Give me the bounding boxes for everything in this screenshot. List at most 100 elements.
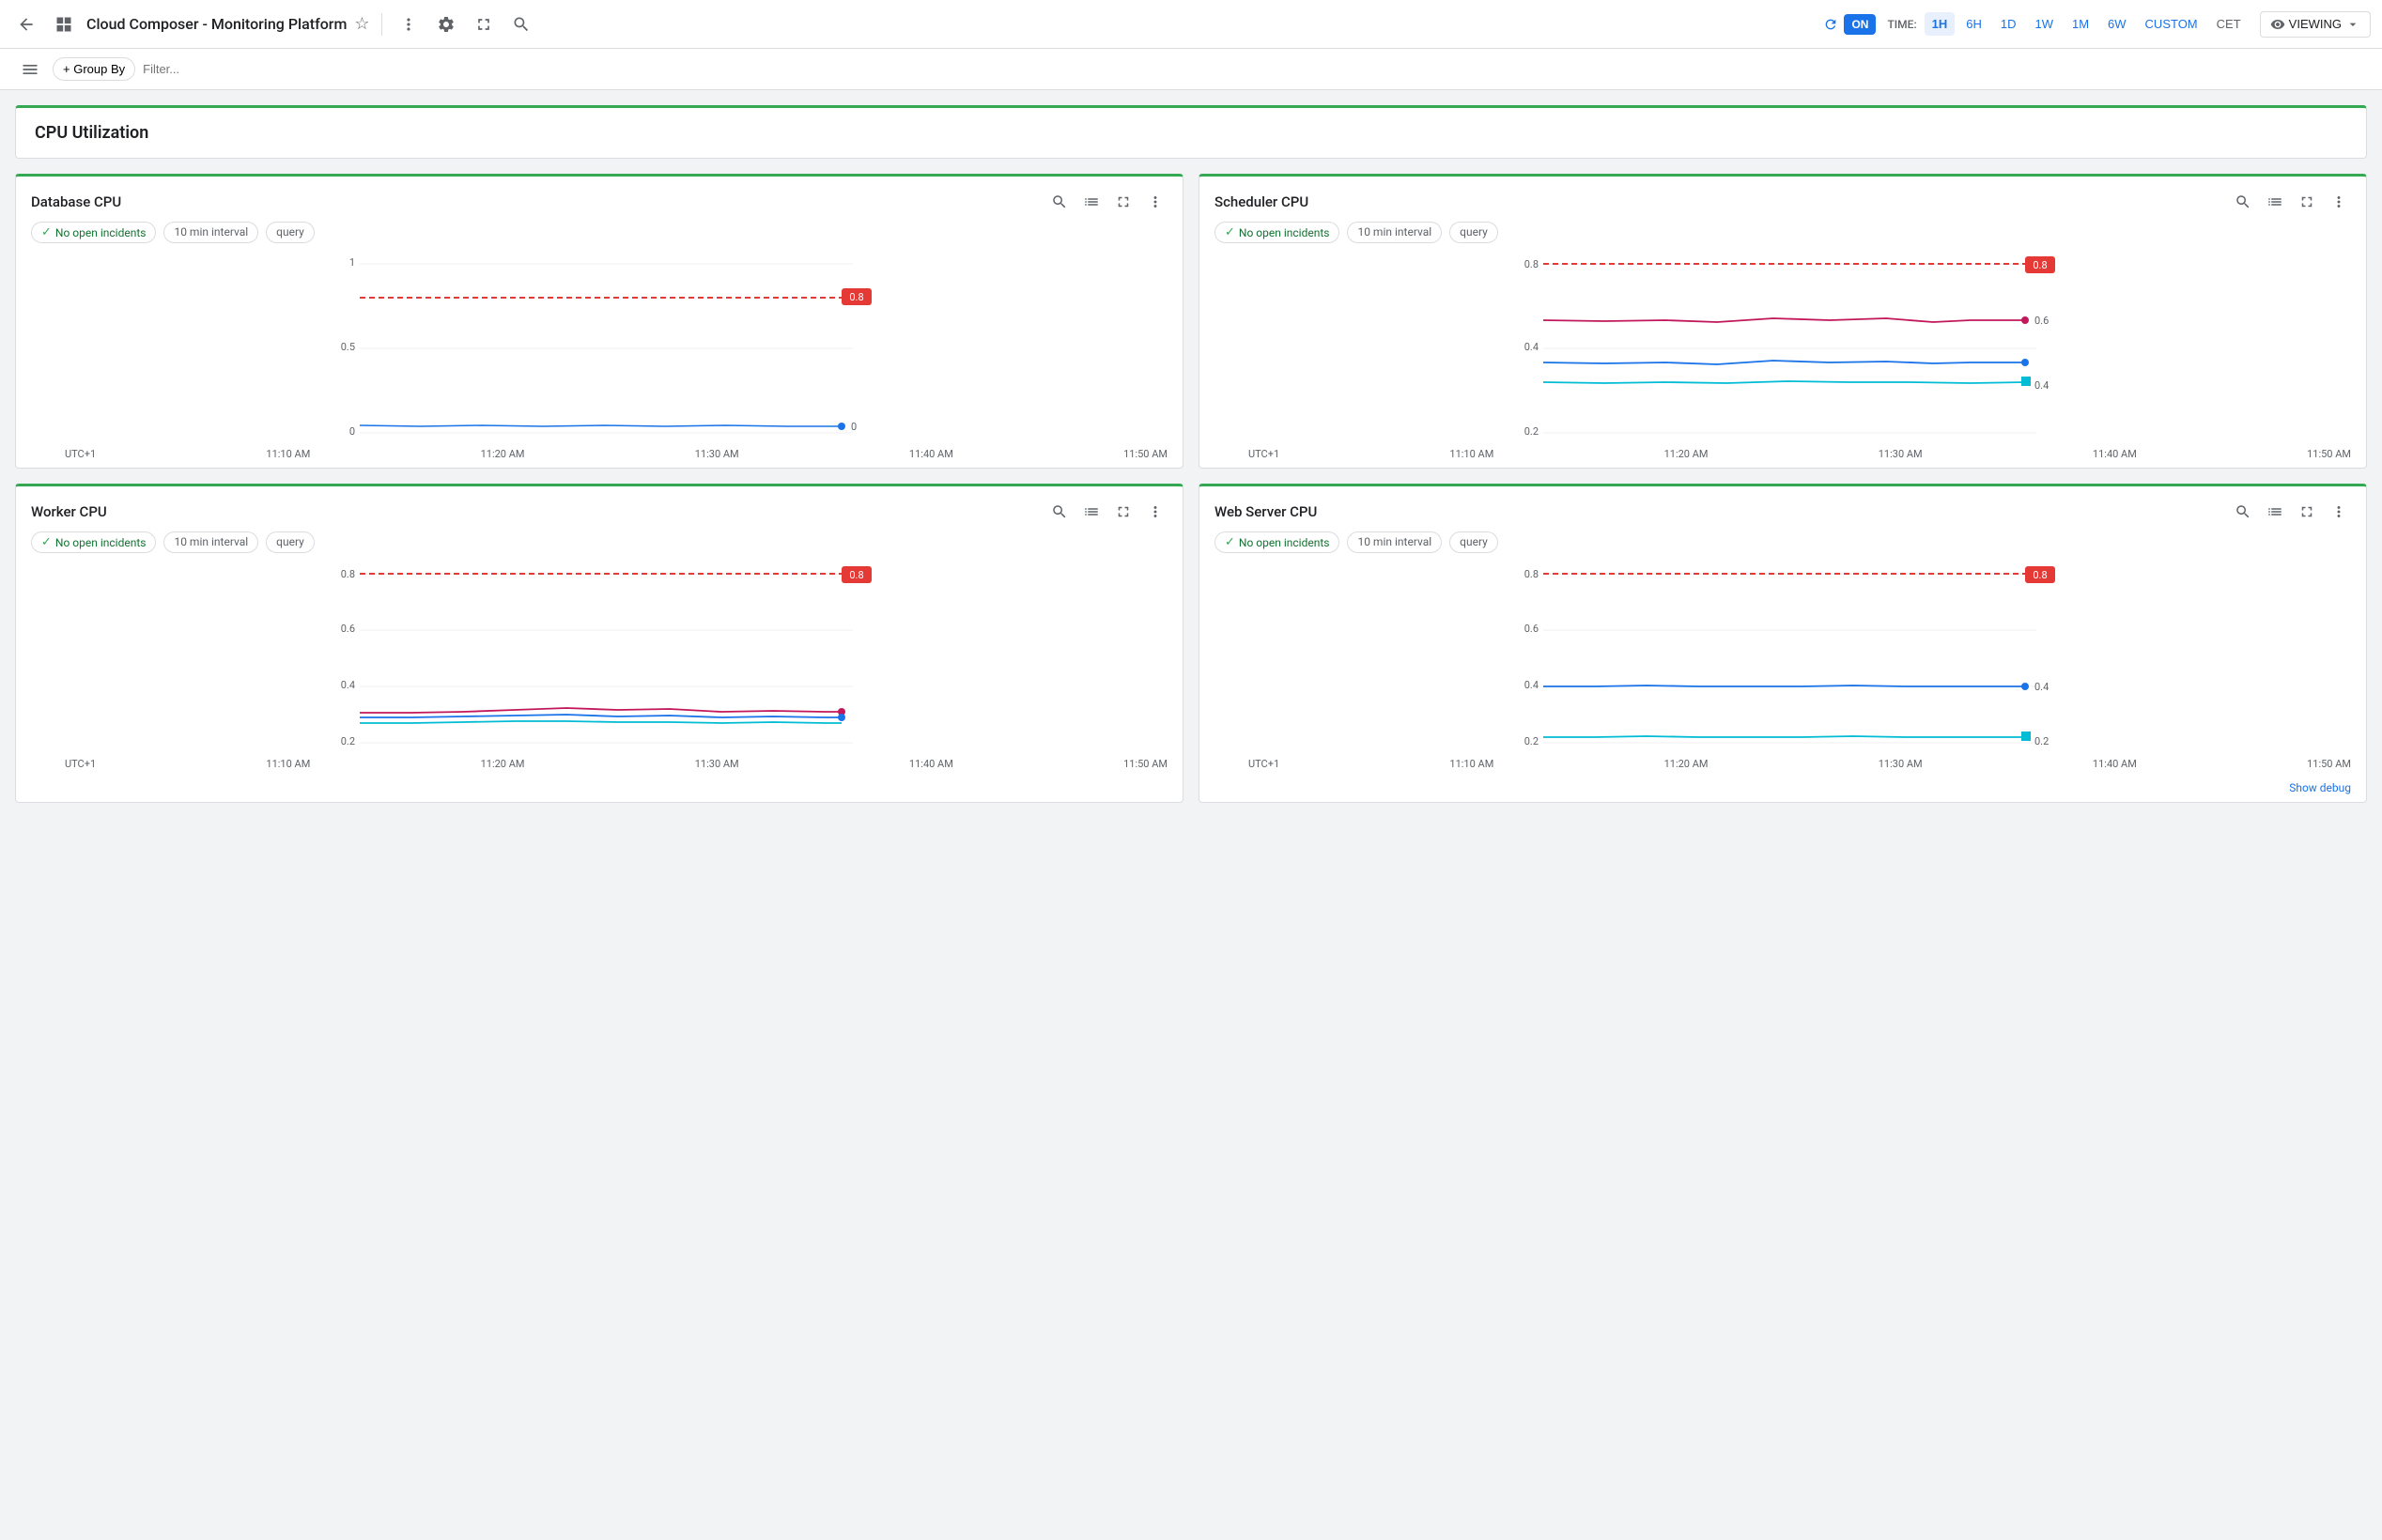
- scheduler-cpu-search[interactable]: [2231, 190, 2255, 214]
- svg-text:0: 0: [851, 421, 857, 433]
- svg-text:0.4: 0.4: [1524, 341, 1539, 353]
- search-button[interactable]: [506, 9, 536, 39]
- webserver-cpu-title: Web Server CPU: [1214, 503, 1317, 520]
- viewing-button[interactable]: VIEWING: [2260, 11, 2371, 38]
- scheduler-cpu-chart-area: 0.8 0.4 0.2 0.8 0.6: [1199, 254, 2366, 468]
- scheduler-cpu-header: Scheduler CPU: [1199, 177, 2366, 222]
- scheduler-cpu-more[interactable]: [2327, 190, 2351, 214]
- toolbar-left: Cloud Composer - Monitoring Platform ☆: [11, 9, 1808, 39]
- database-cpu-search[interactable]: [1047, 190, 1072, 214]
- grid-view-button[interactable]: [49, 9, 79, 39]
- database-cpu-chart-area: 1 0.5 0 0.8 0: [16, 254, 1183, 468]
- incidents-check-icon2: ✓: [1225, 225, 1235, 239]
- webserver-cpu-interval-tag: 10 min interval: [1347, 531, 1442, 553]
- worker-cpu-header: Worker CPU: [16, 486, 1183, 531]
- worker-cpu-incidents-tag: ✓ No open incidents: [31, 531, 156, 553]
- svg-text:1: 1: [349, 256, 355, 269]
- webserver-cpu-header: Web Server CPU: [1199, 486, 2366, 531]
- time-label: TIME:: [1887, 18, 1916, 31]
- webserver-cpu-chart-area: 0.8 0.6 0.4 0.2 0.8 0.4: [1199, 564, 2366, 778]
- svg-text:0.6: 0.6: [2034, 315, 2049, 327]
- database-cpu-actions: [1047, 190, 1168, 214]
- worker-cpu-search[interactable]: [1047, 500, 1072, 524]
- page-title: Cloud Composer - Monitoring Platform: [86, 15, 347, 33]
- time-1h-button[interactable]: 1H: [1925, 12, 1956, 36]
- scheduler-cpu-card: Scheduler CPU: [1199, 174, 2367, 469]
- svg-text:0: 0: [349, 425, 355, 438]
- svg-text:0.2: 0.2: [2034, 735, 2049, 747]
- worker-cpu-interval-tag: 10 min interval: [163, 531, 258, 553]
- webserver-cpu-search[interactable]: [2231, 500, 2255, 524]
- worker-cpu-expand[interactable]: [1111, 500, 1136, 524]
- database-cpu-legend[interactable]: [1079, 190, 1104, 214]
- time-1w-button[interactable]: 1W: [2027, 12, 2061, 36]
- svg-text:0.4: 0.4: [2034, 379, 2049, 392]
- time-cet-button[interactable]: CET: [2209, 12, 2249, 36]
- scheduler-cpu-incidents-tag: ✓ No open incidents: [1214, 222, 1339, 243]
- time-6h-button[interactable]: 6H: [1958, 12, 1989, 36]
- filter-input[interactable]: [143, 62, 308, 76]
- back-button[interactable]: [11, 9, 41, 39]
- webserver-cpu-legend[interactable]: [2263, 500, 2287, 524]
- section-header: CPU Utilization: [15, 105, 2367, 159]
- time-6w-button[interactable]: 6W: [2100, 12, 2134, 36]
- svg-text:0.8: 0.8: [2033, 569, 2047, 581]
- svg-text:0.5: 0.5: [341, 341, 355, 353]
- toolbar-right: ON TIME: 1H 6H 1D 1W 1M 6W CUSTOM CET VI…: [1816, 10, 2371, 38]
- webserver-cpu-expand[interactable]: [2295, 500, 2319, 524]
- worker-cpu-legend[interactable]: [1079, 500, 1104, 524]
- database-cpu-expand[interactable]: [1111, 190, 1136, 214]
- database-cpu-more[interactable]: [1143, 190, 1168, 214]
- menu-button[interactable]: [15, 54, 45, 85]
- scheduler-cpu-svg: 0.8 0.4 0.2 0.8 0.6: [1214, 254, 2351, 442]
- svg-text:0.6: 0.6: [341, 623, 355, 635]
- worker-cpu-tags: ✓ No open incidents 10 min interval quer…: [16, 531, 1183, 564]
- toolbar: Cloud Composer - Monitoring Platform ☆ O…: [0, 0, 2382, 49]
- webserver-cpu-svg: 0.8 0.6 0.4 0.2 0.8 0.4: [1214, 564, 2351, 752]
- charts-grid: Database CPU: [15, 174, 2367, 803]
- database-cpu-tags: ✓ No open incidents 10 min interval quer…: [16, 222, 1183, 254]
- time-1d-button[interactable]: 1D: [1993, 12, 2024, 36]
- webserver-cpu-incidents-tag: ✓ No open incidents: [1214, 531, 1339, 553]
- scheduler-cpu-tags: ✓ No open incidents 10 min interval quer…: [1199, 222, 2366, 254]
- scheduler-cpu-title: Scheduler CPU: [1214, 193, 1308, 210]
- webserver-cpu-more[interactable]: [2327, 500, 2351, 524]
- show-debug-link[interactable]: Show debug: [1199, 778, 2366, 802]
- refresh-button[interactable]: ON: [1816, 10, 1883, 38]
- time-1m-button[interactable]: 1M: [2065, 12, 2096, 36]
- group-by-button[interactable]: + Group By: [53, 57, 135, 81]
- worker-cpu-query-tag: query: [266, 531, 315, 553]
- worker-cpu-actions: [1047, 500, 1168, 524]
- section-title: CPU Utilization: [35, 123, 148, 143]
- svg-text:0.8: 0.8: [1524, 568, 1539, 580]
- more-options-button[interactable]: [394, 9, 424, 39]
- scheduler-cpu-actions: [2231, 190, 2351, 214]
- viewing-label: VIEWING: [2289, 17, 2342, 31]
- main-content: CPU Utilization Database CPU: [0, 90, 2382, 818]
- group-by-label: + Group By: [63, 62, 125, 76]
- svg-text:0.2: 0.2: [341, 735, 355, 747]
- worker-cpu-chart-area: 0.8 0.6 0.4 0.2 0.8: [16, 564, 1183, 778]
- svg-text:0.8: 0.8: [1524, 258, 1539, 270]
- webserver-cpu-card: Web Server CPU: [1199, 484, 2367, 803]
- expand-button[interactable]: [469, 9, 499, 39]
- worker-cpu-more[interactable]: [1143, 500, 1168, 524]
- webserver-cpu-tags: ✓ No open incidents 10 min interval quer…: [1199, 531, 2366, 564]
- scheduler-cpu-legend[interactable]: [2263, 190, 2287, 214]
- database-cpu-interval-tag: 10 min interval: [163, 222, 258, 243]
- incidents-check-icon: ✓: [41, 225, 52, 239]
- svg-text:0.8: 0.8: [849, 569, 863, 581]
- webserver-cpu-x-labels: UTC+1 11:10 AM 11:20 AM 11:30 AM 11:40 A…: [1214, 758, 2351, 770]
- svg-text:0.8: 0.8: [341, 568, 355, 580]
- database-cpu-card: Database CPU: [15, 174, 1183, 469]
- star-icon[interactable]: ☆: [354, 14, 369, 34]
- scheduler-cpu-expand[interactable]: [2295, 190, 2319, 214]
- database-cpu-query-tag: query: [266, 222, 315, 243]
- scheduler-cpu-x-labels: UTC+1 11:10 AM 11:20 AM 11:30 AM 11:40 A…: [1214, 448, 2351, 460]
- time-custom-button[interactable]: CUSTOM: [2138, 12, 2205, 36]
- settings-button[interactable]: [431, 9, 461, 39]
- database-cpu-svg: 1 0.5 0 0.8 0: [31, 254, 1168, 442]
- filter-bar: + Group By: [0, 49, 2382, 90]
- svg-text:0.2: 0.2: [1524, 735, 1539, 747]
- divider: [381, 13, 382, 36]
